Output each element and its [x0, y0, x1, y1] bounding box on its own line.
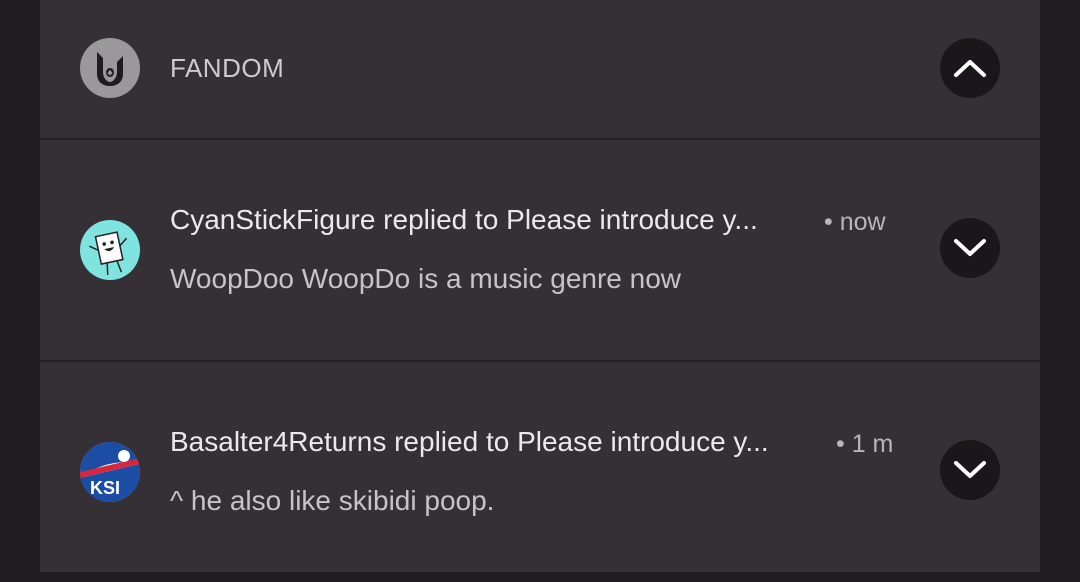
- stick-figure-avatar: [80, 220, 140, 280]
- notification-time: • now: [824, 208, 886, 236]
- notification-item[interactable]: KSI Basalter4Returns replied to Please i…: [40, 362, 1040, 582]
- notification-title: Basalter4Returns replied to Please intro…: [170, 426, 769, 457]
- notification-time: • 1 m: [836, 430, 894, 458]
- notification-group-header[interactable]: FANDOM: [40, 0, 1040, 140]
- chevron-down-icon: [954, 239, 986, 256]
- notification-item[interactable]: CyanStickFigure replied to Please introd…: [40, 140, 1040, 362]
- notification-title: CyanStickFigure replied to Please introd…: [170, 204, 758, 235]
- notification-group-card[interactable]: FANDOM CyanStickFigure replied to Please…: [40, 0, 1040, 572]
- svg-text:KSI: KSI: [90, 478, 120, 498]
- expand-notification-button[interactable]: [940, 218, 1000, 278]
- expand-notification-button[interactable]: [940, 440, 1000, 500]
- chevron-down-icon: [954, 461, 986, 478]
- ksi-logo-avatar: KSI: [80, 442, 140, 502]
- app-name: FANDOM: [170, 53, 285, 83]
- chevron-up-icon: [954, 60, 986, 77]
- notification-body: ^ he also like skibidi poop.: [170, 485, 495, 516]
- notification-body: WoopDoo WoopDo is a music genre now: [170, 263, 681, 294]
- fandom-logo-icon: [80, 38, 140, 98]
- collapse-group-button[interactable]: [940, 38, 1000, 98]
